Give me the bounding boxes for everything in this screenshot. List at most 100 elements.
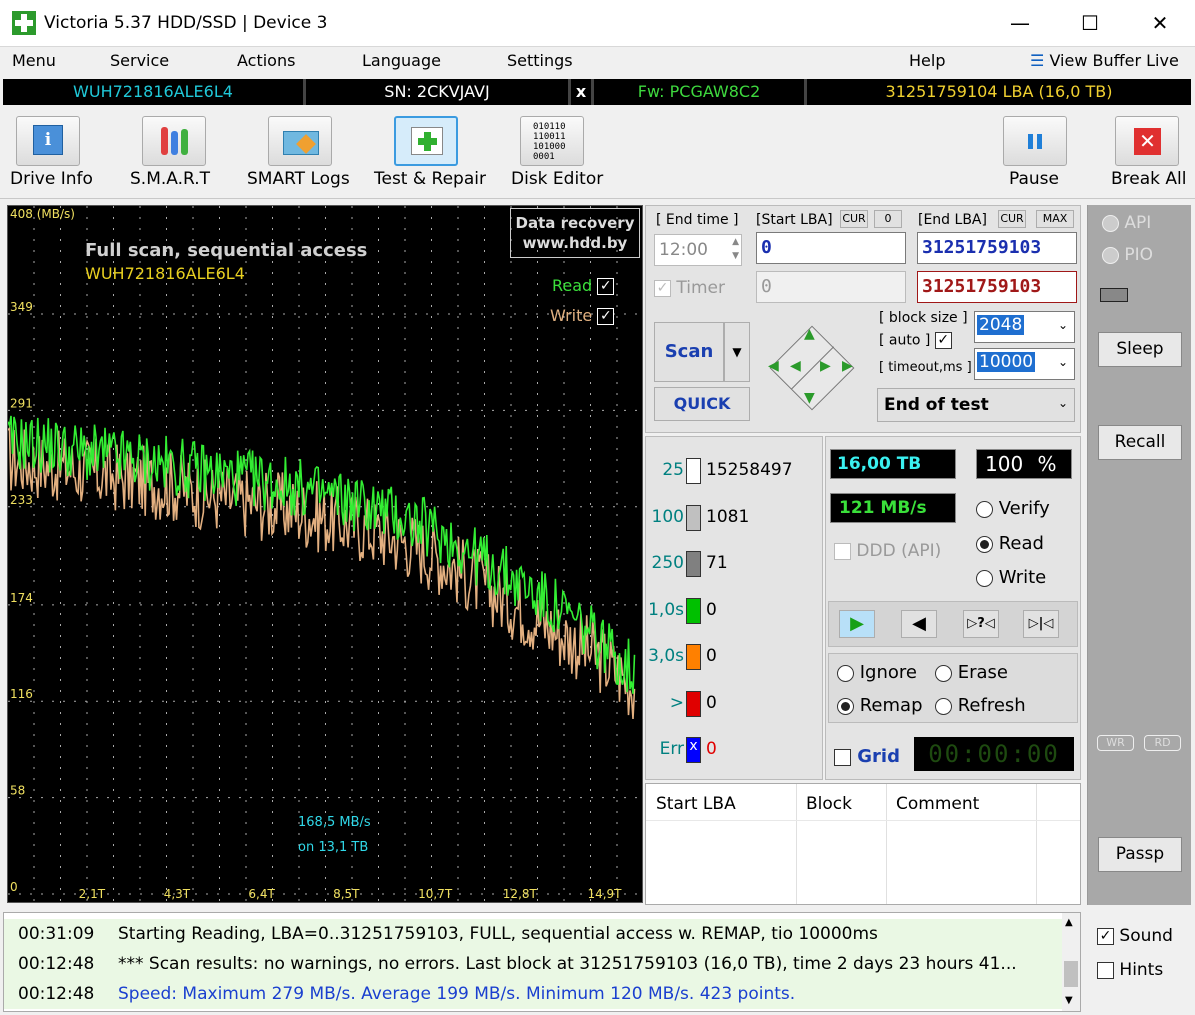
read-radio[interactable]: Read [976,533,1044,554]
stat-count: 0 [706,599,717,620]
block-size-value: 2048 [977,315,1025,335]
end-max-button[interactable]: MAX [1036,210,1074,228]
close-button[interactable]: ✕ [1130,0,1190,46]
timeout-select[interactable]: 10000 ⌄ [974,348,1075,380]
api-radio[interactable]: API [1102,213,1151,233]
grid-checkbox[interactable]: Grid [834,746,900,767]
recall-button[interactable]: Recall [1098,425,1182,460]
read-checkbox[interactable]: ✓ [597,278,615,295]
start-lba-input[interactable]: 0 [756,232,906,264]
ignore-radio[interactable]: Ignore [837,662,917,683]
stat-row: 3,0s 0 [648,638,818,674]
verify-radio[interactable]: Verify [976,498,1050,519]
drive-close-button[interactable]: x [571,82,591,102]
drive-info-button[interactable]: i Drive Info [0,105,100,198]
remap-radio[interactable]: Remap [837,695,923,716]
scroll-down-icon[interactable]: ▼ [1065,995,1073,1006]
main-toolbar: i Drive Info S.M.A.R.T SMART Logs Test &… [0,105,1195,199]
left-arrow-button[interactable]: ◀ [768,358,779,374]
hints-checkbox[interactable]: Hints [1097,960,1163,980]
title-bar: Victoria 5.37 HDD/SSD | Device 3 — ☐ ✕ [0,0,1195,47]
random-seek-button[interactable]: ▷?◁ [963,610,999,638]
app-logo-icon [12,11,36,35]
menu-menu[interactable]: Menu [12,51,56,70]
graph-unit-label: 408 (MB/s) [10,207,75,221]
ddd-api-checkbox[interactable]: DDD (API) [834,541,941,561]
rd-indicator: RD [1144,735,1181,751]
end-lba-input[interactable]: 31251759103 [917,232,1077,264]
scan-button[interactable]: Scan [654,322,724,382]
y-tick-label: 233 [10,493,33,507]
first-aid-icon [394,116,458,166]
smart-logs-button[interactable]: SMART Logs [240,105,360,198]
play-forward-button[interactable]: ▶ [839,610,875,638]
refresh-radio[interactable]: Refresh [935,695,1026,716]
menu-help[interactable]: Help [909,51,945,70]
sleep-button[interactable]: Sleep [1098,332,1182,367]
scroll-up-icon[interactable]: ▲ [1065,917,1073,928]
erase-radio[interactable]: Erase [935,662,1008,683]
end-lba-input-2[interactable]: 31251759103 [917,271,1077,303]
start-cur-button[interactable]: CUR [840,210,868,228]
stat-threshold-label: Err [659,739,684,759]
stat-count: 0 [706,739,717,759]
timer-check-icon: ✓ [654,279,671,297]
stat-count: 0 [706,692,717,713]
stat-color-box [686,690,701,717]
read-legend[interactable]: Read ✓ [552,276,615,295]
chevron-down-icon: ⌄ [1057,396,1068,410]
auto-label: [ auto ] ✓ [879,332,952,349]
log-row: 00:12:48 *** Scan results: no warnings, n… [4,949,1062,979]
sound-checkbox[interactable]: ✓ Sound [1097,926,1173,946]
stat-count: 15258497 [706,460,793,480]
left-inner-arrow-button[interactable]: ◀ [790,358,801,374]
stat-threshold-label: 100 [651,506,684,527]
up-arrow-button[interactable]: ▲ [804,326,815,342]
break-all-button[interactable]: ✕ Break All [1106,105,1190,198]
passp-button[interactable]: Passp [1098,837,1182,872]
write-legend[interactable]: Write ✓ [550,306,615,325]
end-time-spinner[interactable]: 12:00 ▲ ▼ [654,234,742,266]
log-row: 00:12:48 Speed: Maximum 279 MB/s. Average… [4,979,1062,1009]
scroll-thumb[interactable] [1064,961,1078,987]
pause-button[interactable]: Pause [1000,105,1070,198]
write-radio[interactable]: Write [976,567,1046,588]
quick-button[interactable]: QUICK [654,387,750,421]
sound-label: Sound [1119,926,1173,946]
scan-dropdown-button[interactable]: ▼ [724,322,750,382]
stat-row: 25 15258497 [648,452,818,488]
col-comment[interactable]: Comment [896,794,979,814]
smart-button[interactable]: S.M.A.R.T [120,105,230,198]
pio-radio[interactable]: PIO [1102,245,1153,265]
menu-language[interactable]: Language [362,51,441,70]
col-block[interactable]: Block [806,794,852,814]
smart-tubes-icon [142,116,206,166]
grid-label: Grid [857,746,900,767]
timeout-label: [ timeout,ms ] [879,360,972,375]
butterfly-button[interactable]: ▷|◁ [1023,610,1059,638]
write-checkbox[interactable]: ✓ [597,308,615,325]
right-inner-arrow-button[interactable]: ▶ [820,358,831,374]
test-repair-button[interactable]: Test & Repair [368,105,492,198]
window-title: Victoria 5.37 HDD/SSD | Device 3 [44,13,328,33]
menu-settings[interactable]: Settings [507,51,573,70]
start-zero-button[interactable]: 0 [874,210,902,228]
chevron-down-icon: ⌄ [1057,355,1068,369]
auto-checkbox[interactable]: ✓ [934,332,952,349]
log-scrollbar[interactable]: ▲ ▼ [1062,913,1080,1011]
down-arrow-button[interactable]: ▼ [804,390,815,406]
right-arrow-button[interactable]: ▶ [842,358,853,374]
timer-checkbox[interactable]: ✓ Timer [654,278,725,298]
minimize-button[interactable]: — [990,0,1050,46]
col-start-lba[interactable]: Start LBA [656,794,736,814]
timer-input[interactable]: 0 [756,271,906,303]
end-cur-button[interactable]: CUR [998,210,1026,228]
play-backward-button[interactable]: ◀ [901,610,937,638]
maximize-button[interactable]: ☐ [1060,0,1120,46]
view-buffer-button[interactable]: ☰ View Buffer Live [1030,51,1179,70]
menu-actions[interactable]: Actions [237,51,295,70]
block-size-select[interactable]: 2048 ⌄ [974,311,1075,343]
menu-service[interactable]: Service [110,51,169,70]
disk-editor-button[interactable]: 010110 110011 101000 0001 Disk Editor [500,105,610,198]
end-action-select[interactable]: End of test ⌄ [877,388,1075,422]
